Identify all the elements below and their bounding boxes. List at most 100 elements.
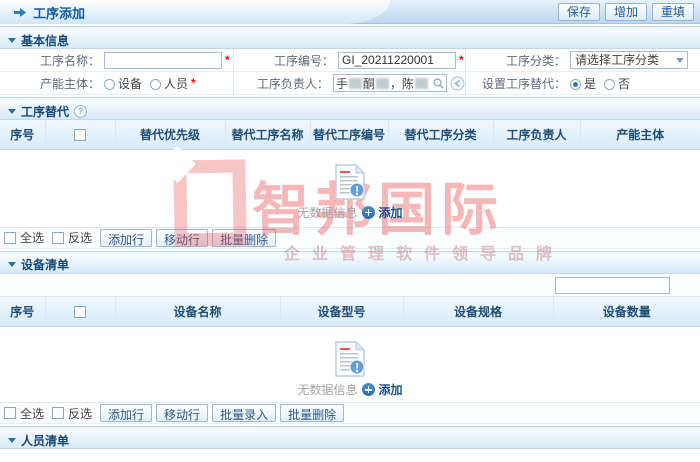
column-header: 设备名称 — [115, 297, 280, 327]
column-header: 替代工序编号 — [310, 120, 388, 149]
select-all-checkbox[interactable] — [4, 407, 16, 419]
radio-yes[interactable] — [570, 79, 581, 90]
column-header: 替代工序分类 — [388, 120, 493, 149]
substitute-toolbar: 全选 反选 添加行 移动行 批量删除 — [0, 228, 700, 249]
divider — [0, 424, 700, 432]
batch-delete-button[interactable]: 批量删除 — [280, 404, 344, 422]
process-owner-input[interactable]: 手 酮 ，陈 — [333, 74, 447, 92]
column-header: 设备数量 — [553, 297, 700, 327]
collapse-arrow-icon — [8, 262, 16, 267]
no-data-text: 无数据信息 — [297, 381, 357, 398]
radio-equipment-label[interactable]: 设备 — [118, 75, 142, 92]
column-header: 设备型号 — [280, 297, 403, 327]
clear-selection-icon[interactable] — [450, 76, 465, 91]
divider — [0, 24, 700, 32]
section-title: 基本信息 — [21, 32, 69, 49]
no-data-text: 无数据信息 — [297, 204, 357, 221]
form-cell: 设置工序替代： 是 否 — [466, 72, 700, 95]
add-row-link[interactable]: 添加 — [379, 204, 403, 221]
process-add-page: 工序添加 保存 增加 重填 基本信息 工序名称： * 工序编号： * 工序分类：… — [0, 0, 700, 462]
column-header: 替代工序名称 — [225, 120, 310, 149]
radio-no-label[interactable]: 否 — [618, 75, 630, 92]
column-header: 替代优先级 — [115, 120, 225, 149]
section-header-substitute[interactable]: 工序替代 ? — [0, 103, 700, 120]
add-circle-icon[interactable] — [362, 206, 375, 219]
column-header-checkbox — [45, 297, 115, 327]
required-mark: * — [225, 53, 230, 67]
process-owner-label: 工序负责人： — [234, 75, 333, 92]
move-row-button[interactable]: 移动行 — [156, 229, 208, 247]
arrow-right-icon — [14, 7, 27, 18]
select-all-checkbox[interactable] — [74, 129, 86, 141]
radio-no[interactable] — [604, 79, 615, 90]
radio-yes-label[interactable]: 是 — [584, 75, 596, 92]
add-button[interactable]: 增加 — [605, 3, 647, 21]
set-substitute-label: 设置工序替代： — [466, 75, 570, 92]
select-all-label[interactable]: 全选 — [20, 405, 44, 422]
no-data-document-icon — [335, 341, 365, 377]
divider — [0, 95, 700, 103]
equipment-table: 序号 设备名称 设备型号 设备规格 设备数量 — [0, 297, 700, 328]
form-cell: 工序分类： 请选择工序分类 — [466, 49, 700, 72]
section-header-equipment[interactable]: 设备清单 — [0, 257, 700, 274]
invert-select-checkbox[interactable] — [52, 232, 64, 244]
radio-personnel[interactable] — [150, 79, 161, 90]
form-cell: 工序编号： * — [233, 49, 466, 72]
help-icon[interactable]: ? — [74, 105, 87, 118]
select-all-checkbox[interactable] — [4, 232, 16, 244]
section-header-basic-info[interactable]: 基本信息 — [0, 32, 700, 49]
owner-name: 手 — [336, 75, 348, 92]
radio-personnel-label[interactable]: 人员 — [164, 75, 188, 92]
invert-select-label[interactable]: 反选 — [68, 405, 92, 422]
page-title: 工序添加 — [33, 3, 85, 22]
form-cell: 工序名称： * — [0, 49, 233, 72]
chevron-down-icon — [676, 58, 684, 63]
select-all-label[interactable]: 全选 — [20, 229, 44, 246]
process-name-input[interactable] — [104, 52, 222, 69]
no-data-document-icon — [335, 164, 365, 200]
add-row-button[interactable]: 添加行 — [100, 229, 152, 247]
section-title: 工序替代 — [21, 103, 69, 120]
select-all-checkbox[interactable] — [74, 306, 86, 318]
process-no-input[interactable] — [338, 52, 456, 69]
batch-delete-button[interactable]: 批量删除 — [212, 229, 276, 247]
process-category-select[interactable]: 请选择工序分类 — [570, 51, 688, 69]
invert-select-label[interactable]: 反选 — [68, 229, 92, 246]
column-header-checkbox — [45, 120, 115, 149]
invert-select-checkbox[interactable] — [52, 407, 64, 419]
censored-text — [376, 78, 389, 89]
process-category-label: 工序分类： — [466, 52, 570, 69]
process-name-label: 工序名称： — [0, 52, 104, 69]
censored-text — [415, 78, 428, 89]
collapse-arrow-icon — [8, 109, 16, 114]
capacity-subject-label: 产能主体： — [0, 75, 104, 92]
search-icon[interactable] — [433, 78, 444, 89]
owner-name: 酮 — [363, 75, 375, 92]
censored-text — [349, 78, 362, 89]
required-mark: * — [191, 76, 196, 90]
section-header-personnel[interactable]: 人员清单 — [0, 432, 700, 449]
add-row-link[interactable]: 添加 — [379, 381, 403, 398]
move-row-button[interactable]: 移动行 — [156, 404, 208, 422]
equipment-filter-row — [0, 274, 700, 297]
equipment-filter-input[interactable] — [555, 277, 670, 294]
refill-button[interactable]: 重填 — [652, 3, 694, 21]
add-row-button[interactable]: 添加行 — [100, 404, 152, 422]
add-circle-icon[interactable] — [362, 383, 375, 396]
process-category-value: 请选择工序分类 — [575, 53, 659, 67]
required-mark: * — [459, 53, 464, 67]
basic-info-form: 工序名称： * 工序编号： * 工序分类： 请选择工序分类 产能主体： 设备 人… — [0, 49, 700, 95]
form-cell: 产能主体： 设备 人员 * — [0, 72, 233, 95]
section-title: 设备清单 — [21, 256, 69, 273]
owner-name: ，陈 — [390, 75, 414, 92]
save-button[interactable]: 保存 — [558, 3, 600, 21]
column-header: 设备规格 — [403, 297, 553, 327]
batch-input-button[interactable]: 批量录入 — [212, 404, 276, 422]
divider — [0, 249, 700, 257]
equipment-table-body: 无数据信息 添加 — [0, 327, 700, 403]
radio-equipment[interactable] — [104, 79, 115, 90]
form-cell: 工序负责人： 手 酮 ，陈 — [233, 72, 466, 95]
substitute-table: 序号 替代优先级 替代工序名称 替代工序编号 替代工序分类 工序负责人 产能主体 — [0, 120, 700, 150]
empty-state: 无数据信息 添加 — [0, 164, 700, 221]
collapse-arrow-icon — [8, 438, 16, 443]
